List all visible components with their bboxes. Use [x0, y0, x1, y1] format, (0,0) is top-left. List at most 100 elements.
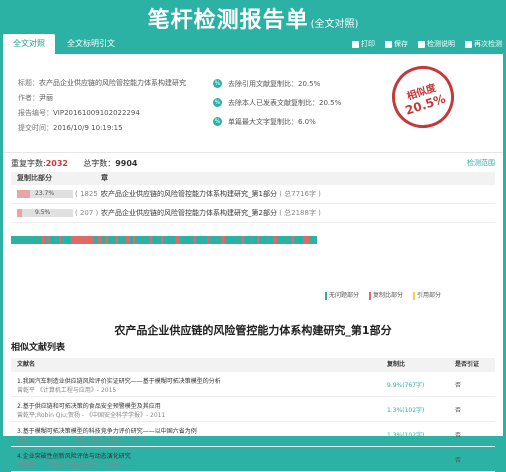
- legend-label: 复制比部分: [373, 292, 404, 299]
- similarity-stamp: 相似度 20.5%: [383, 57, 463, 137]
- strip-legend: 无问题部分 复制比部分 引用部分: [325, 290, 441, 300]
- stat-max-single: % 单篇最大文字复制比：6.0%: [213, 112, 341, 131]
- strip-dup: [175, 236, 180, 244]
- doc-name[interactable]: 3.基于模糊可拓决策模型的科技竞争力评价研究——以中国六省为例: [17, 426, 197, 435]
- title-text: 笔杆检测报告单: [147, 8, 309, 33]
- stat-exclude-self: % 去除本人已发表文献复制比：20.5%: [213, 93, 341, 112]
- similarity-strip: [11, 236, 317, 244]
- tab-full-compare[interactable]: 全文对照: [3, 34, 55, 54]
- col-header: 复制比部分: [17, 174, 52, 182]
- strip-dup: [116, 236, 118, 244]
- doc-ratio[interactable]: 1.1%(86字): [387, 455, 421, 464]
- strip-dup: [207, 236, 209, 244]
- section-heading: 农产品企业供应链的风险管控能力体系构建研究_第1部分: [114, 324, 392, 337]
- table-row[interactable]: 23.7% ( 1825 ) 农产品企业供应链的风险管控能力体系构建研究_第1部分…: [11, 185, 495, 204]
- progress-bar: 9.5%: [17, 209, 73, 217]
- strip-base: [11, 236, 317, 244]
- doc-table-header: 文献名 复制比 是否引证: [11, 358, 495, 372]
- strip-dup: [47, 236, 50, 244]
- doc-author: 曾乾平;Robin Qiu;贺杨 - 《中国安全科学学报》- 2011: [17, 412, 166, 419]
- strip-dup: [193, 236, 196, 244]
- strip-dup: [41, 236, 45, 244]
- strip-dup: [97, 236, 102, 244]
- table-row[interactable]: 9.5% ( 207 ) 农产品企业供应链的风险管控能力体系构建研究_第2部分 (…: [11, 204, 495, 223]
- part-count: ( 1825 ): [75, 190, 103, 198]
- check-range-link[interactable]: 检测范围: [467, 158, 495, 168]
- total-label: 总字数：: [83, 159, 116, 168]
- part-ratio: 9.5% ( 207 ): [17, 204, 107, 222]
- strip-dup: [291, 236, 294, 244]
- dup-value: 2032: [45, 159, 68, 168]
- strip-dup: [133, 236, 135, 244]
- help-label: 检测说明: [427, 40, 455, 48]
- help-icon: [418, 40, 425, 48]
- part-ratio: 23.7% ( 1825 ): [17, 185, 107, 203]
- col-header: 章: [101, 174, 108, 182]
- tab-bar: 全文对照 全文标明引文 打印 保存 检测说明 再次检测: [0, 34, 506, 54]
- toolbar: 打印 保存 检测说明 再次检测: [352, 34, 502, 54]
- table-row[interactable]: 3.基于模糊可拓决策模型的科技竞争力评价研究——以中国六省为例 曾乾平;Robi…: [11, 422, 495, 447]
- print-icon: [352, 40, 359, 48]
- strip-dup: [257, 236, 259, 244]
- report-info: 标题：农产品企业供应链的风险管控能力体系构建研究 作者：尹丽 报告编号：VIP2…: [18, 76, 186, 136]
- save-icon: [385, 40, 392, 48]
- table-row[interactable]: 1.我国汽车制造业供应链风险评价实证研究——基于模糊可拓决策模型的分析 曾乾平 …: [11, 372, 495, 397]
- tab-full-cited[interactable]: 全文标明引文: [57, 34, 125, 54]
- doc-name[interactable]: 4.企业突破性创新风险评估与动态演化研究: [17, 451, 131, 460]
- time-label: 提交时间：: [18, 124, 53, 132]
- legend-dup: 复制比部分: [369, 290, 403, 300]
- page-title: 笔杆检测报告单 (全文对照): [0, 2, 506, 34]
- title-row: 标题：农产品企业供应链的风险管控能力体系构建研究: [18, 76, 186, 91]
- recheck-label: 再次检测: [474, 40, 502, 48]
- doc-table: 文献名 复制比 是否引证 1.我国汽车制造业供应链风险评价实证研究——基于模糊可…: [11, 358, 495, 472]
- stat-exclude-cite: % 去除引用文献复制比：20.5%: [213, 74, 341, 93]
- chapter-words: ( 总7716字 ): [279, 190, 321, 198]
- legend-swatch: [413, 291, 416, 300]
- progress-text: 9.5%: [35, 209, 51, 216]
- part-chapter: 农产品企业供应链的风险管控能力体系构建研究_第2部分 ( 总2188字 ): [101, 204, 491, 222]
- table-row[interactable]: 4.企业突破性创新风险评估与动态演化研究 陈曜瑾 - 《中国大学硕士论文》- 2…: [11, 447, 495, 472]
- title-sub: (全文对照): [310, 19, 359, 30]
- strip-dup: [221, 236, 225, 244]
- summary: 重复字数:2032 总字数：9904: [11, 158, 138, 169]
- search-icon: [465, 40, 472, 48]
- stat-label: 去除本人已发表文献复制比：20.5%: [228, 98, 342, 107]
- id-row: 报告编号：VIP20161009102022294: [18, 106, 186, 121]
- divider: [3, 152, 503, 153]
- doc-name[interactable]: 1.我国汽车制造业供应链风险评价实证研究——基于模糊可拓决策模型的分析: [17, 376, 221, 385]
- part-table-header: 复制比部分 章: [11, 172, 495, 185]
- strip-dup: [273, 236, 277, 244]
- print-button[interactable]: 打印: [352, 34, 375, 54]
- legend-label: 无问题部分: [329, 292, 360, 299]
- time-value: 2016/10/9 10:19:15: [53, 124, 123, 132]
- range-label: 检测范围: [467, 159, 495, 167]
- doc-author: 曾乾平 《计算机工程与应用》- 2015: [17, 387, 117, 394]
- help-button[interactable]: 检测说明: [418, 34, 455, 54]
- part-chapter: 农产品企业供应链的风险管控能力体系构建研究_第1部分 ( 总7716字 ): [101, 185, 491, 203]
- recheck-button[interactable]: 再次检测: [465, 34, 502, 54]
- strip-dup: [71, 236, 93, 244]
- total-value: 9904: [115, 159, 138, 168]
- stat-label: 去除引用文献复制比：20.5%: [228, 79, 321, 88]
- report-card: 标题：农产品企业供应链的风险管控能力体系构建研究 作者：尹丽 报告编号：VIP2…: [3, 54, 503, 472]
- save-button[interactable]: 保存: [385, 34, 408, 54]
- col-header: 复制比: [387, 361, 406, 368]
- time-row: 提交时间：2016/10/9 10:19:15: [18, 121, 186, 136]
- doc-ratio[interactable]: 9.9%(767字): [387, 380, 424, 389]
- doc-cited: 否: [455, 457, 462, 464]
- doc-cited: 否: [455, 382, 462, 389]
- doc-ratio[interactable]: 1.3%(102字): [387, 430, 424, 439]
- id-label: 报告编号：: [18, 109, 53, 117]
- legend-label: 引用部分: [417, 292, 442, 299]
- doc-ratio[interactable]: 1.3%(102字): [387, 405, 424, 414]
- doc-author: 曾乾平;Robin Qiu - 《科技进步与对策》- 2013: [17, 437, 146, 444]
- col-header: 文献名: [17, 361, 36, 368]
- legend-swatch: [369, 291, 372, 300]
- percent-icon: %: [213, 98, 222, 107]
- similar-list-title: 相似文献列表: [11, 343, 66, 353]
- strip-dup: [241, 236, 244, 244]
- doc-cited: 否: [455, 432, 462, 439]
- table-row[interactable]: 2.基于供应链和可拓决策的食品安全预警模型及其应用 曾乾平;Robin Qiu;…: [11, 397, 495, 422]
- col-header: 是否引证: [455, 361, 480, 368]
- doc-name[interactable]: 2.基于供应链和可拓决策的食品安全预警模型及其应用: [17, 401, 161, 410]
